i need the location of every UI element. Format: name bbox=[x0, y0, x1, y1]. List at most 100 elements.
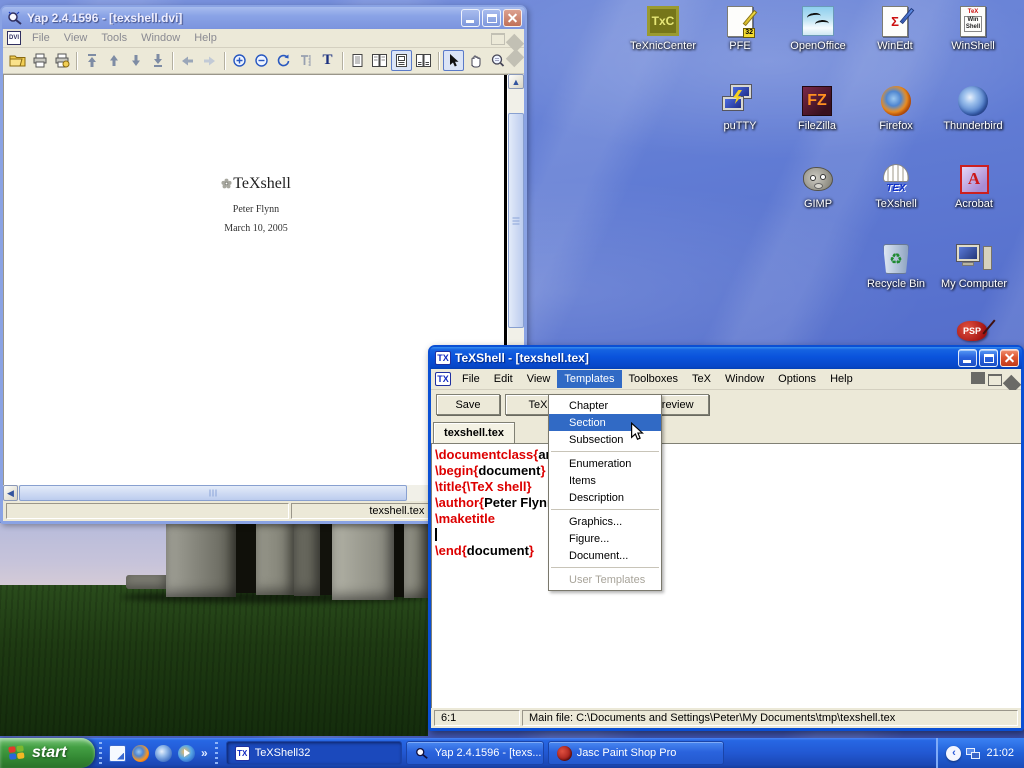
desktop-icon-recycle-bin[interactable]: ♻ Recycle Bin bbox=[854, 242, 938, 290]
taskbar-button-texshell[interactable]: TX TeXShell32 bbox=[226, 741, 402, 765]
quick-launch-bar: » bbox=[106, 745, 211, 762]
forward-icon[interactable] bbox=[199, 50, 220, 71]
menu-edit[interactable]: Edit bbox=[487, 370, 520, 388]
last-page-icon[interactable] bbox=[147, 50, 168, 71]
code-editor[interactable]: \documentclass{article} \begin{document}… bbox=[431, 443, 1021, 708]
continuous-view-icon[interactable] bbox=[391, 50, 412, 71]
menu-options[interactable]: Options bbox=[771, 370, 823, 388]
firefox-quicklaunch-icon[interactable] bbox=[132, 745, 149, 762]
wallpaper-grass bbox=[0, 585, 428, 736]
ruler-mode-icon[interactable] bbox=[295, 50, 316, 71]
mdi-close-button[interactable] bbox=[1003, 373, 1017, 385]
taskbar-button-paint-shop-pro[interactable]: Jasc Paint Shop Pro bbox=[548, 741, 724, 765]
next-page-icon[interactable] bbox=[125, 50, 146, 71]
open-folder-icon[interactable] bbox=[7, 50, 28, 71]
texshell-titlebar[interactable]: TX TeXShell - [texshell.tex] bbox=[430, 347, 1022, 369]
thunderbird-quicklaunch-icon[interactable] bbox=[155, 745, 172, 762]
texshell-window-title: TeXShell - [texshell.tex] bbox=[455, 351, 954, 365]
desktop-icon-filezilla[interactable]: FZ FileZilla bbox=[775, 84, 859, 132]
vertical-scroll-thumb[interactable] bbox=[508, 113, 524, 328]
texshell-close-button[interactable] bbox=[1000, 349, 1019, 367]
menu-help[interactable]: Help bbox=[823, 370, 860, 388]
print-setup-icon[interactable] bbox=[51, 50, 72, 71]
texshell-app-icon: TX bbox=[435, 351, 451, 365]
yap-mdi-close-button[interactable] bbox=[506, 32, 520, 44]
desktop-icon-texniccenter[interactable]: TxC TeXnicCenter bbox=[621, 4, 705, 52]
texniccenter-icon: TxC bbox=[645, 4, 681, 38]
tray-collapse-chevron[interactable]: ‹ bbox=[946, 746, 961, 761]
tab-texshell-tex[interactable]: texshell.tex bbox=[433, 422, 515, 443]
yap-menu-view[interactable]: View bbox=[57, 29, 95, 47]
taskbar-button-yap[interactable]: Yap 2.4.1596 - [texs... bbox=[406, 741, 544, 765]
mdi-minimize-button[interactable] bbox=[969, 373, 983, 385]
horizontal-scroll-thumb[interactable] bbox=[19, 485, 407, 501]
menu-item-items[interactable]: Items bbox=[549, 472, 661, 489]
menu-view[interactable]: View bbox=[520, 370, 558, 388]
desktop-icon-winedt[interactable]: Σ WinEdt bbox=[853, 4, 937, 52]
menu-item-document[interactable]: Document... bbox=[549, 547, 661, 564]
yap-menu-window[interactable]: Window bbox=[134, 29, 187, 47]
desktop-icon-gimp[interactable]: GIMP bbox=[776, 162, 860, 210]
desktop-icon-firefox[interactable]: Firefox bbox=[854, 84, 938, 132]
save-button[interactable]: Save bbox=[436, 394, 500, 415]
yap-menu-file[interactable]: File bbox=[25, 29, 57, 47]
magnifier-tool-icon[interactable] bbox=[487, 50, 508, 71]
quick-launch-more-chevron[interactable]: » bbox=[201, 746, 208, 760]
desktop-icon-texshell[interactable]: TEX TeXshell bbox=[854, 162, 938, 210]
menu-file[interactable]: File bbox=[455, 370, 487, 388]
single-page-view-icon[interactable] bbox=[347, 50, 368, 71]
stone-pillar bbox=[332, 523, 394, 600]
facing-page-view-icon[interactable] bbox=[369, 50, 390, 71]
desktop-icon-acrobat[interactable]: A Acrobat bbox=[932, 162, 1016, 210]
previous-page-icon[interactable] bbox=[103, 50, 124, 71]
yap-app-icon bbox=[7, 11, 23, 25]
menu-item-figure[interactable]: Figure... bbox=[549, 530, 661, 547]
yap-mdi-restore-button[interactable] bbox=[489, 32, 503, 44]
refresh-icon[interactable] bbox=[273, 50, 294, 71]
print-icon[interactable] bbox=[29, 50, 50, 71]
quick-launch-handle[interactable] bbox=[99, 742, 102, 764]
yap-menu-tools[interactable]: Tools bbox=[94, 29, 134, 47]
scroll-left-button[interactable]: ◀ bbox=[3, 485, 18, 501]
zoom-in-icon[interactable] bbox=[229, 50, 250, 71]
show-desktop-icon[interactable] bbox=[109, 745, 126, 762]
menu-item-enumeration[interactable]: Enumeration bbox=[549, 455, 661, 472]
desktop-icon-my-computer[interactable]: My Computer bbox=[932, 242, 1016, 290]
start-button[interactable]: start bbox=[0, 738, 95, 768]
texshell-maximize-button[interactable] bbox=[979, 349, 998, 367]
menu-window[interactable]: Window bbox=[718, 370, 771, 388]
first-page-icon[interactable] bbox=[81, 50, 102, 71]
yap-maximize-button[interactable] bbox=[482, 9, 501, 27]
yap-minimize-button[interactable] bbox=[461, 9, 480, 27]
taskband-handle[interactable] bbox=[215, 742, 218, 764]
desktop-icon-paint-shop-pro[interactable]: PSP bbox=[930, 318, 1014, 344]
menu-tex[interactable]: TeX bbox=[685, 370, 718, 388]
code-line: \documentclass{article} bbox=[435, 447, 1021, 463]
text-mode-icon[interactable]: T bbox=[317, 50, 338, 71]
mdi-restore-button[interactable] bbox=[986, 373, 1000, 385]
desktop-icon-pfe[interactable]: 32 PFE bbox=[698, 4, 782, 52]
texshell-minimize-button[interactable] bbox=[958, 349, 977, 367]
desktop-icon-thunderbird[interactable]: Thunderbird bbox=[931, 84, 1015, 132]
menu-item-graphics[interactable]: Graphics... bbox=[549, 513, 661, 530]
menu-toolboxes[interactable]: Toolboxes bbox=[622, 370, 686, 388]
menu-templates[interactable]: Templates bbox=[557, 370, 621, 388]
continuous-facing-view-icon[interactable] bbox=[413, 50, 434, 71]
select-tool-icon[interactable] bbox=[443, 50, 464, 71]
menu-item-chapter[interactable]: Chapter bbox=[549, 397, 661, 414]
hand-tool-icon[interactable] bbox=[465, 50, 486, 71]
media-player-quicklaunch-icon[interactable] bbox=[178, 745, 195, 762]
firefox-icon bbox=[878, 84, 914, 118]
zoom-out-icon[interactable] bbox=[251, 50, 272, 71]
yap-titlebar[interactable]: Yap 2.4.1596 - [texshell.dvi] bbox=[2, 7, 525, 29]
network-tray-icon[interactable] bbox=[966, 746, 981, 761]
taskbar-clock[interactable]: 21:02 bbox=[986, 747, 1014, 759]
menu-item-description[interactable]: Description bbox=[549, 489, 661, 506]
desktop-icon-winshell[interactable]: TeX WinShell WinShell bbox=[931, 4, 1015, 52]
yap-close-button[interactable] bbox=[503, 9, 522, 27]
scroll-up-button[interactable]: ▲ bbox=[508, 74, 524, 89]
yap-menu-help[interactable]: Help bbox=[187, 29, 224, 47]
back-icon[interactable] bbox=[177, 50, 198, 71]
desktop-icon-putty[interactable]: puTTY bbox=[698, 84, 782, 132]
desktop-icon-openoffice[interactable]: OpenOffice bbox=[776, 4, 860, 52]
